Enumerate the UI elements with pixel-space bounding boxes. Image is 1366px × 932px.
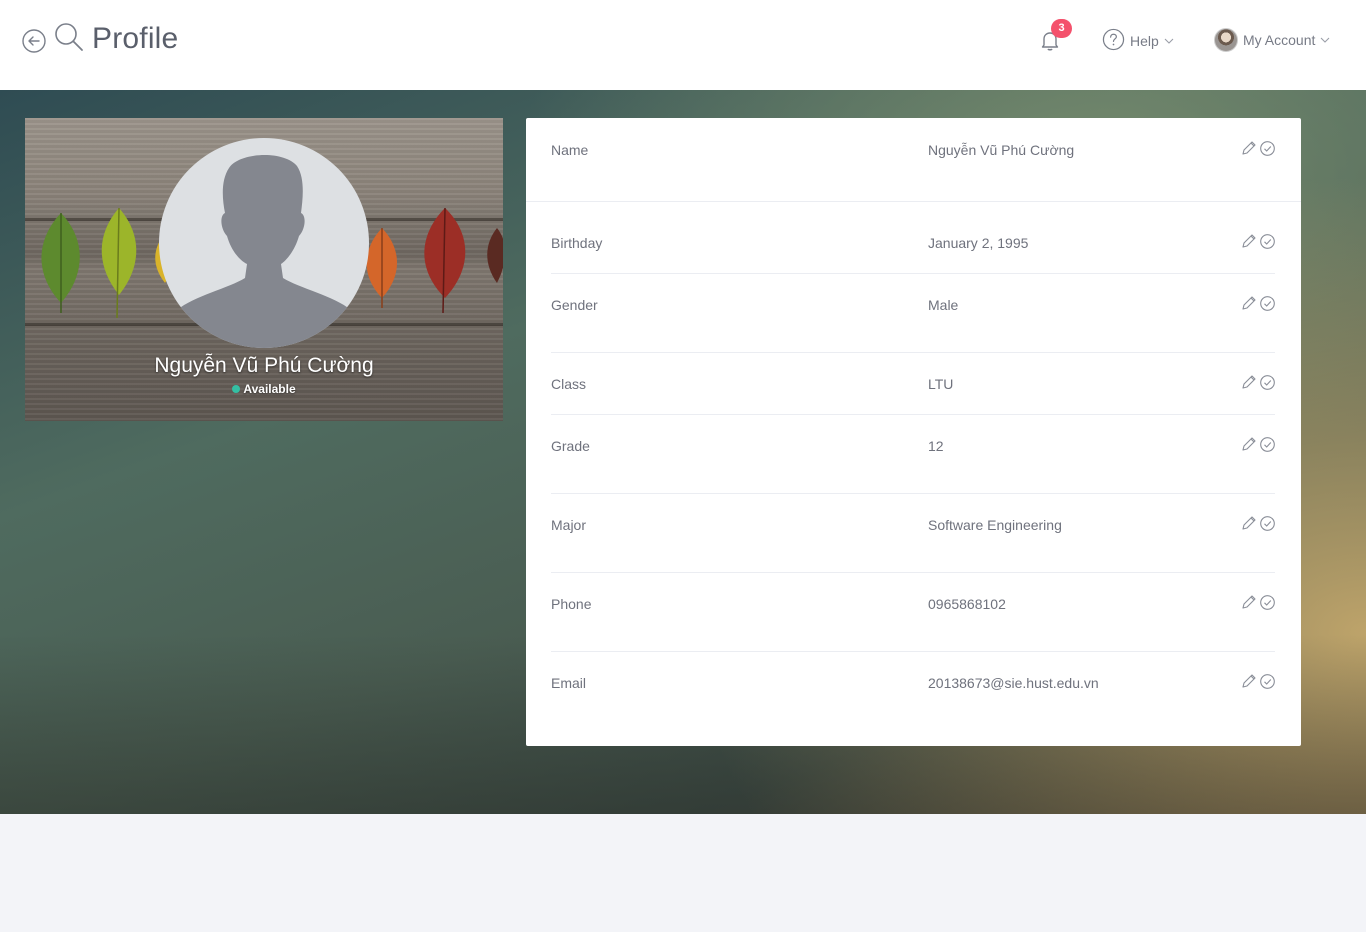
field-label: Class xyxy=(551,376,587,392)
avatar xyxy=(1214,28,1238,52)
field-value: Male xyxy=(928,297,959,313)
field-actions xyxy=(1240,140,1276,157)
status-dot-icon xyxy=(232,385,241,393)
check-circle-icon[interactable] xyxy=(1259,436,1276,453)
field-label: Email xyxy=(551,675,587,691)
chevron-down-icon xyxy=(1320,37,1330,43)
pencil-icon[interactable] xyxy=(1240,140,1257,157)
field-value: 0965868102 xyxy=(928,596,1006,612)
divider xyxy=(551,414,1275,415)
account-label: My Account xyxy=(1243,32,1316,48)
field-label: Gender xyxy=(551,297,598,313)
divider xyxy=(551,572,1275,573)
check-circle-icon[interactable] xyxy=(1259,594,1276,611)
pencil-icon[interactable] xyxy=(1240,233,1257,250)
status-indicator: Available xyxy=(25,382,503,396)
check-circle-icon[interactable] xyxy=(1259,515,1276,532)
field-actions xyxy=(1240,673,1276,690)
field-actions xyxy=(1240,594,1276,611)
field-actions xyxy=(1240,295,1276,312)
search-icon[interactable] xyxy=(54,22,84,52)
field-label: Major xyxy=(551,517,587,533)
question-circle-icon xyxy=(1102,28,1125,54)
status-label: Available xyxy=(243,382,296,396)
back-arrow-icon[interactable] xyxy=(22,29,46,53)
field-value: January 2, 1995 xyxy=(928,235,1029,251)
field-value: 20138673@sie.hust.edu.vn xyxy=(928,675,1099,691)
pencil-icon[interactable] xyxy=(1240,673,1257,690)
profile-details-card: Name Nguyễn Vũ Phú Cường Birthday Januar… xyxy=(526,118,1301,746)
pencil-icon[interactable] xyxy=(1240,515,1257,532)
profile-cover: Nguyễn Vũ Phú Cường Available xyxy=(25,118,503,421)
profile-photo-placeholder[interactable] xyxy=(159,138,369,348)
check-circle-icon[interactable] xyxy=(1259,673,1276,690)
field-value: 12 xyxy=(928,438,944,454)
field-actions xyxy=(1240,515,1276,532)
check-circle-icon[interactable] xyxy=(1259,295,1276,312)
field-label: Grade xyxy=(551,438,590,454)
help-menu[interactable]: Help xyxy=(1102,28,1174,54)
top-bar: Profile 3 Help My Account xyxy=(0,0,1366,90)
notification-badge: 3 xyxy=(1051,19,1072,38)
profile-name: Nguyễn Vũ Phú Cường xyxy=(154,354,374,377)
field-actions xyxy=(1240,233,1276,250)
help-label: Help xyxy=(1130,33,1159,49)
pencil-icon[interactable] xyxy=(1240,374,1257,391)
field-value: Software Engineering xyxy=(928,517,1062,533)
check-circle-icon[interactable] xyxy=(1259,374,1276,391)
field-label: Phone xyxy=(551,596,592,612)
field-value: Nguyễn Vũ Phú Cường xyxy=(928,142,1075,158)
divider xyxy=(551,352,1275,353)
pencil-icon[interactable] xyxy=(1240,436,1257,453)
account-menu[interactable]: My Account xyxy=(1214,27,1330,53)
field-label: Birthday xyxy=(551,235,603,251)
divider xyxy=(551,651,1275,652)
pencil-icon[interactable] xyxy=(1240,594,1257,611)
pencil-icon[interactable] xyxy=(1240,295,1257,312)
field-actions xyxy=(1240,436,1276,453)
divider xyxy=(526,201,1301,202)
field-value: LTU xyxy=(928,376,954,392)
field-label: Name xyxy=(551,142,589,158)
check-circle-icon[interactable] xyxy=(1259,233,1276,250)
divider xyxy=(551,493,1275,494)
field-actions xyxy=(1240,374,1276,391)
chevron-down-icon xyxy=(1164,38,1174,44)
check-circle-icon[interactable] xyxy=(1259,140,1276,157)
divider xyxy=(551,273,1275,274)
user-silhouette-icon xyxy=(164,154,364,348)
page-title: Profile xyxy=(92,22,179,55)
